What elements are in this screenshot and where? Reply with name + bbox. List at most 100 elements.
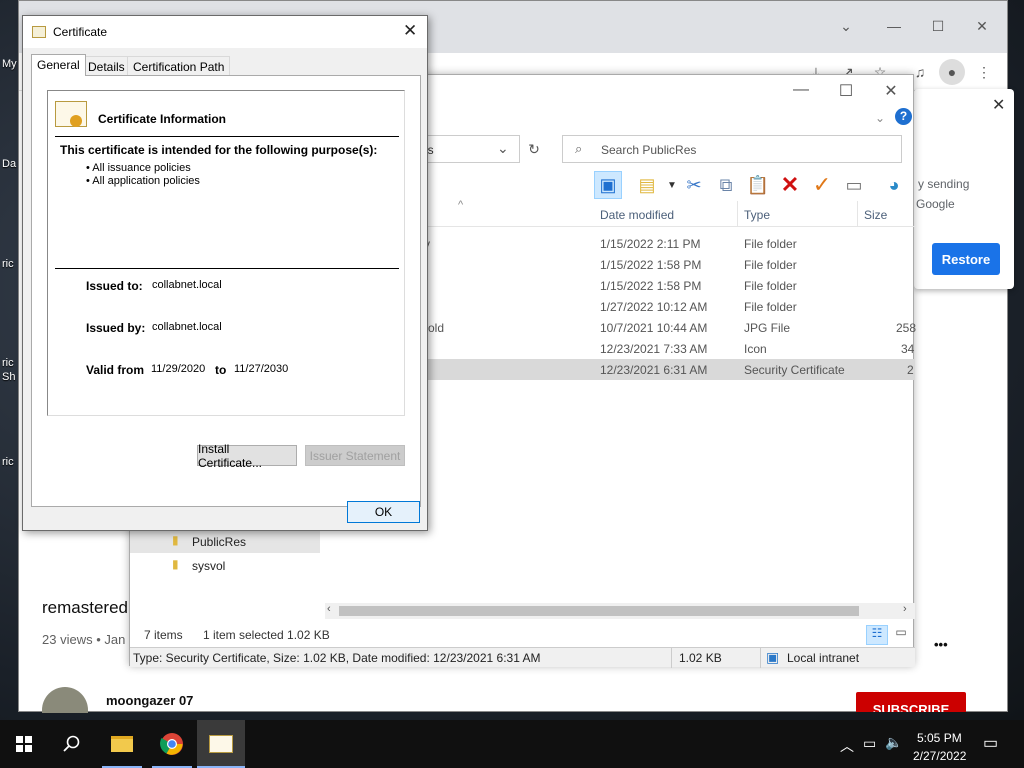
row-type: File folder bbox=[744, 300, 797, 314]
purpose-heading: This certificate is intended for the fol… bbox=[60, 143, 378, 157]
row-type: File folder bbox=[744, 237, 797, 251]
restore-button[interactable]: Restore bbox=[932, 243, 1000, 275]
copy-icon[interactable]: ⧉ bbox=[712, 171, 740, 199]
folder-icon bbox=[111, 736, 133, 752]
close-icon[interactable]: ✕ bbox=[969, 13, 995, 39]
valid-to-value: 11/27/2030 bbox=[234, 363, 289, 375]
channel-name[interactable]: moongazer 07 bbox=[106, 693, 193, 708]
issued-by-value: collabnet.local bbox=[152, 321, 222, 333]
restore-card: ✕ y sending Google Restore bbox=[914, 89, 1014, 289]
certificate-taskbar-button[interactable] bbox=[197, 720, 245, 768]
scroll-right-icon[interactable]: › bbox=[903, 603, 907, 615]
subscribe-button[interactable]: SUBSCRIBE bbox=[856, 692, 966, 712]
column-size[interactable]: Size bbox=[864, 208, 887, 222]
details-view-icon[interactable]: ☷ bbox=[866, 625, 888, 645]
install-certificate-button[interactable]: Install Certificate... bbox=[197, 442, 297, 470]
dialog-titlebar: Certificate ✕ bbox=[23, 16, 427, 48]
tab-panel: Certificate Information This certificate… bbox=[31, 75, 421, 507]
layout-pane-icon[interactable]: ▣ bbox=[594, 171, 622, 199]
purpose-item: • All application policies bbox=[86, 175, 200, 187]
desktop-icon-label[interactable]: Da bbox=[2, 158, 16, 170]
row-date: 1/27/2022 10:12 AM bbox=[600, 300, 708, 314]
start-button[interactable] bbox=[0, 720, 48, 768]
row-type: JPG File bbox=[744, 321, 791, 335]
row-type: File folder bbox=[744, 279, 797, 293]
maximize-icon[interactable]: ☐ bbox=[836, 81, 856, 101]
folder-icon: ▮ bbox=[172, 557, 179, 571]
detail-info: Type: Security Certificate, Size: 1.02 K… bbox=[133, 651, 541, 665]
nav-item-sysvol[interactable]: ▮ sysvol bbox=[130, 553, 320, 577]
chevron-down-icon[interactable]: ⌄ bbox=[497, 140, 509, 157]
clock-time[interactable]: 5:05 PM bbox=[917, 731, 962, 745]
row-size: 2 bbox=[907, 363, 914, 377]
chevron-up-icon[interactable]: ︿ bbox=[840, 736, 854, 756]
nav-item-publicres[interactable]: ▮ PublicRes bbox=[130, 529, 320, 553]
valid-from-label: Valid from bbox=[86, 363, 145, 377]
search-button[interactable] bbox=[48, 720, 96, 768]
detail-size: 1.02 KB bbox=[679, 651, 722, 665]
rename-icon[interactable]: ▭ bbox=[840, 171, 868, 199]
desktop-icon-label[interactable]: ric bbox=[2, 258, 14, 270]
checkmark-icon[interactable]: ✓ bbox=[808, 171, 836, 199]
zone-label: Local intranet bbox=[787, 651, 860, 665]
row-date: 12/23/2021 6:31 AM bbox=[600, 363, 708, 377]
certificate-icon bbox=[32, 26, 46, 38]
horizontal-scrollbar[interactable]: ‹ › bbox=[325, 603, 915, 619]
column-divider[interactable] bbox=[857, 201, 858, 227]
chrome-taskbar-button[interactable] bbox=[148, 720, 196, 768]
taskbar: ︿ ▭ 🔈 5:05 PM 2/27/2022 ▭ bbox=[0, 720, 1024, 768]
maximize-icon[interactable]: ☐ bbox=[925, 13, 951, 39]
clock-date[interactable]: 2/27/2022 bbox=[913, 749, 966, 763]
ok-button[interactable]: OK bbox=[347, 501, 420, 523]
row-size: 34 bbox=[901, 342, 915, 356]
desktop-icon-label[interactable]: ric bbox=[2, 456, 14, 468]
globe-icon[interactable]: ◕ bbox=[880, 171, 908, 199]
row-type: Security Certificate bbox=[744, 363, 845, 377]
help-icon[interactable]: ? bbox=[895, 108, 912, 125]
close-icon[interactable]: ✕ bbox=[403, 21, 417, 41]
issued-to-label: Issued to: bbox=[86, 279, 143, 293]
chevron-down-icon[interactable]: ⌄ bbox=[875, 111, 885, 125]
network-icon[interactable]: ▭ bbox=[863, 735, 876, 752]
video-title[interactable]: remastered bbox=[42, 598, 128, 618]
certificate-info-box: Certificate Information This certificate… bbox=[47, 90, 405, 416]
large-icons-view-icon[interactable]: ▭ bbox=[890, 625, 912, 645]
cut-icon[interactable]: ✂ bbox=[680, 171, 708, 199]
refresh-icon[interactable]: ↻ bbox=[522, 135, 546, 163]
menu-kebab-icon[interactable]: ⋮ bbox=[971, 59, 997, 85]
search-placeholder: Search PublicRes bbox=[601, 143, 697, 157]
dialog-title: Certificate bbox=[53, 25, 108, 39]
tab-certification-path[interactable]: Certification Path bbox=[127, 56, 231, 76]
search-input[interactable]: ⌕ Search PublicRes bbox=[562, 135, 902, 163]
desktop-icon-label[interactable]: ric Sh bbox=[2, 356, 18, 384]
tab-general[interactable]: General bbox=[31, 54, 86, 76]
close-icon[interactable]: ✕ bbox=[881, 81, 901, 101]
tab-strip: General Details Certification Path bbox=[31, 54, 421, 76]
paste-icon[interactable]: 📋 bbox=[744, 171, 772, 199]
avatar[interactable] bbox=[42, 687, 88, 713]
issuer-statement-button[interactable]: Issuer Statement bbox=[305, 445, 405, 466]
scroll-left-icon[interactable]: ‹ bbox=[327, 603, 331, 615]
video-meta: 23 views • Jan bbox=[42, 632, 126, 647]
tab-details[interactable]: Details bbox=[82, 56, 131, 76]
row-date: 10/7/2021 10:44 AM bbox=[600, 321, 708, 335]
scrollbar-thumb[interactable] bbox=[339, 606, 859, 616]
column-type[interactable]: Type bbox=[744, 208, 770, 222]
file-explorer-taskbar-button[interactable] bbox=[98, 720, 146, 768]
notifications-icon[interactable]: ▭ bbox=[983, 733, 998, 753]
new-folder-icon[interactable]: ▤ bbox=[633, 171, 661, 199]
certificate-dialog: Certificate ✕ General Details Certificat… bbox=[22, 15, 428, 531]
close-icon[interactable]: ✕ bbox=[992, 95, 1005, 115]
row-size: 258 bbox=[896, 321, 917, 335]
column-date-modified[interactable]: Date modified bbox=[600, 208, 674, 222]
status-bar: 7 items 1 item selected 1.02 KB ☷ ▭ bbox=[130, 623, 915, 647]
column-divider[interactable] bbox=[737, 201, 738, 227]
minimize-icon[interactable]: — bbox=[881, 13, 907, 39]
profile-icon[interactable]: ● bbox=[939, 59, 965, 85]
desktop-icon-label[interactable]: My bbox=[2, 58, 17, 70]
chevron-down-icon[interactable]: ⌄ bbox=[833, 13, 859, 39]
delete-icon[interactable]: ✕ bbox=[776, 171, 804, 199]
more-options-icon[interactable]: ••• bbox=[934, 637, 948, 652]
volume-icon[interactable]: 🔈 bbox=[885, 734, 902, 751]
minimize-icon[interactable]: — bbox=[791, 81, 811, 99]
